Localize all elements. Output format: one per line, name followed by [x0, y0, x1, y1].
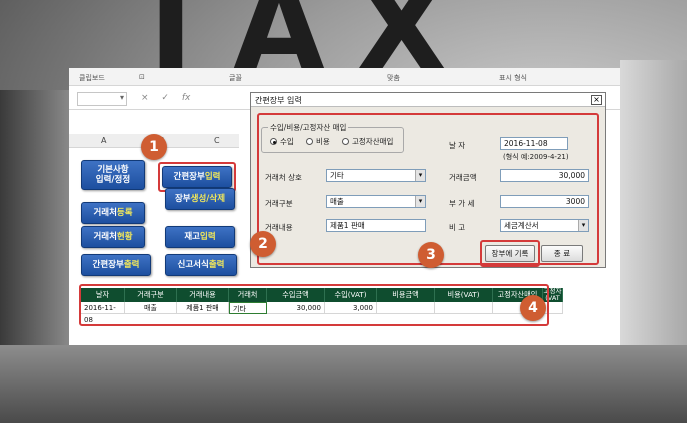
partner-select[interactable]: 기타: [326, 169, 426, 182]
radio-expense-dot[interactable]: [306, 138, 313, 145]
partner-register-label: 거래처: [93, 208, 117, 218]
ledger-create-label: 장부: [174, 194, 191, 204]
amount-label: 거래금액: [449, 173, 477, 182]
content-field[interactable]: 제품1 판매: [326, 219, 426, 232]
formula-buttons: × ✓ fx: [141, 93, 200, 103]
ledger-create-highlight: 생성/삭제: [190, 194, 226, 204]
type-label: 거래구분: [265, 199, 293, 208]
stock-input-button[interactable]: 재고 입력: [165, 226, 235, 248]
background-left-shadow: [0, 90, 70, 350]
ledger-print-highlight: 출력: [123, 260, 140, 270]
partner-register-button[interactable]: 거래처 등록: [81, 202, 145, 224]
partner-label: 거래처 상호: [265, 173, 302, 182]
date-label: 날 자: [449, 141, 466, 150]
radio-asset[interactable]: 고정자산매입: [342, 136, 393, 147]
stock-input-highlight: 입력: [200, 232, 216, 242]
ribbon-launcher-icon[interactable]: ⊡: [139, 73, 145, 81]
callout-3: 3: [418, 242, 444, 268]
note-select[interactable]: 세금계산서: [500, 219, 589, 232]
ribbon-font[interactable]: 글꼴: [229, 73, 242, 83]
ledger-print-button[interactable]: 간편장부 출력: [81, 254, 151, 276]
radio-asset-label: 고정자산매입: [352, 137, 394, 146]
partner-status-highlight: 현황: [116, 232, 133, 242]
highlight-box-4: [79, 284, 549, 326]
close-dialog-button[interactable]: 종 료: [541, 245, 583, 262]
background-typewriter: [0, 345, 687, 423]
radio-income-dot[interactable]: [270, 138, 277, 145]
radio-expense[interactable]: 비용: [306, 136, 330, 147]
ribbon-align[interactable]: 맞춤: [387, 73, 400, 83]
excel-screenshot: 클립보드 ⊡ 글꼴 맞춤 표시 형식 × ✓ fx A B C 기본사항 입력/…: [69, 68, 620, 345]
type-select[interactable]: 매출: [326, 195, 426, 208]
fx-icon[interactable]: fx: [182, 93, 191, 103]
entry-type-group: 수입/비용/고정자산 매입 수입 비용 고정자산매입: [261, 122, 404, 153]
report-print-button[interactable]: 신고서식 출력: [165, 254, 237, 276]
partner-status-label: 거래처: [93, 232, 117, 242]
callout-2: 2: [250, 231, 276, 257]
enter-icon[interactable]: ✓: [161, 93, 169, 103]
report-print-label: 신고서식: [177, 260, 209, 270]
stock-input-label: 재고: [184, 232, 200, 242]
radio-income-label: 수입: [280, 137, 294, 146]
column-c[interactable]: C: [214, 136, 220, 145]
radio-income[interactable]: 수입: [270, 136, 294, 147]
highlight-box-3: [480, 240, 540, 267]
entry-type-legend: 수입/비용/고정자산 매입: [268, 122, 349, 133]
cancel-icon[interactable]: ×: [141, 93, 149, 103]
partner-register-highlight: 등록: [116, 208, 133, 218]
close-icon[interactable]: ×: [591, 95, 602, 105]
date-field[interactable]: 2016-11-08: [500, 137, 568, 150]
dialog-title: 간편장부 입력: [251, 93, 605, 107]
ledger-create-button[interactable]: 장부 생성/삭제: [165, 188, 235, 210]
basic-info-button[interactable]: 기본사항 입력/정정: [81, 160, 145, 190]
report-print-highlight: 출력: [208, 260, 225, 270]
callout-1: 1: [141, 134, 167, 160]
partner-status-button[interactable]: 거래처 현황: [81, 226, 145, 248]
column-a[interactable]: A: [101, 136, 106, 145]
date-hint: (형식 예:2009-4-21): [503, 153, 569, 161]
ribbon-clipboard[interactable]: 클립보드: [79, 73, 105, 83]
callout-4: 4: [520, 295, 546, 321]
ribbon-bar: 클립보드 ⊡ 글꼴 맞춤 표시 형식: [69, 68, 620, 86]
vat-label: 부 가 세: [449, 199, 475, 208]
background-right-light: [620, 60, 687, 350]
basic-info-label: 기본사항 입력/정정: [95, 165, 131, 185]
content-label: 거래내용: [265, 223, 293, 232]
name-box[interactable]: [77, 92, 127, 106]
radio-asset-dot[interactable]: [342, 138, 349, 145]
ledger-print-label: 간편장부: [92, 260, 124, 270]
ribbon-number[interactable]: 표시 형식: [499, 73, 527, 83]
note-label: 비 고: [449, 223, 466, 232]
radio-expense-label: 비용: [316, 137, 330, 146]
vat-field[interactable]: 3000: [500, 195, 589, 208]
amount-field[interactable]: 30,000: [500, 169, 589, 182]
